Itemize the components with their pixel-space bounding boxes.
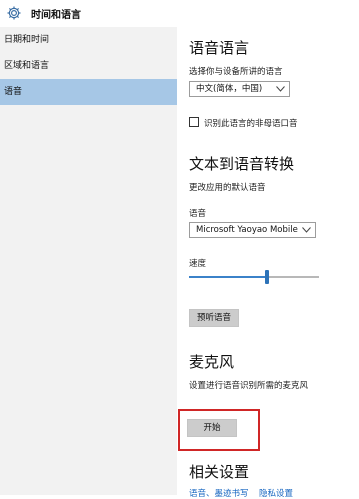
related-settings-heading: 相关设置 — [189, 463, 250, 481]
speech-language-label: 选择你与设备所讲的语言 — [189, 67, 283, 77]
speech-language-heading: 语音语言 — [189, 39, 250, 57]
non-native-accent-label: 识别此语言的非母语口音 — [204, 119, 298, 129]
chevron-down-icon — [276, 86, 285, 92]
related-link-privacy[interactable]: 隐私设置 — [259, 487, 293, 499]
title-bar: 时间和语言 — [0, 0, 359, 27]
main-content: 语音语言 选择你与设备所讲的语言 中文(简体，中国) 识别此语言的非母语口音 文… — [177, 27, 359, 499]
speed-label: 速度 — [189, 259, 207, 269]
tts-heading: 文本到语音转换 — [189, 155, 295, 173]
window-title: 时间和语言 — [31, 10, 81, 21]
start-button[interactable]: 开始 — [187, 419, 237, 437]
speed-slider-fill — [189, 276, 267, 278]
voice-label: 语音 — [189, 209, 207, 219]
voice-dropdown-value: Microsoft Yaoyao Mobile — [196, 225, 298, 235]
non-native-accent-checkbox[interactable] — [189, 117, 199, 127]
speech-language-dropdown-value: 中文(简体，中国) — [196, 84, 263, 94]
sidebar-item-speech[interactable]: 语音 — [0, 79, 177, 105]
sidebar-item-region-language[interactable]: 区域和语言 — [0, 53, 177, 79]
microphone-heading: 麦克风 — [189, 353, 235, 371]
related-link-speech-inking[interactable]: 语音、墨迹书写 — [189, 487, 249, 499]
sidebar-item-date-time[interactable]: 日期和时间 — [0, 27, 177, 53]
microphone-description: 设置进行语音识别所需的麦克风 — [189, 381, 309, 391]
speed-slider[interactable] — [189, 270, 319, 284]
preview-voice-button[interactable]: 预听语音 — [189, 309, 239, 327]
speech-language-dropdown[interactable]: 中文(简体，中国) — [189, 81, 290, 97]
sidebar: 日期和时间 区域和语言 语音 — [0, 27, 177, 495]
tts-description: 更改应用的默认语音 — [189, 183, 266, 193]
speed-slider-thumb[interactable] — [265, 270, 269, 284]
gear-icon — [7, 6, 21, 20]
chevron-down-icon — [302, 227, 311, 233]
voice-dropdown[interactable]: Microsoft Yaoyao Mobile — [189, 222, 316, 238]
